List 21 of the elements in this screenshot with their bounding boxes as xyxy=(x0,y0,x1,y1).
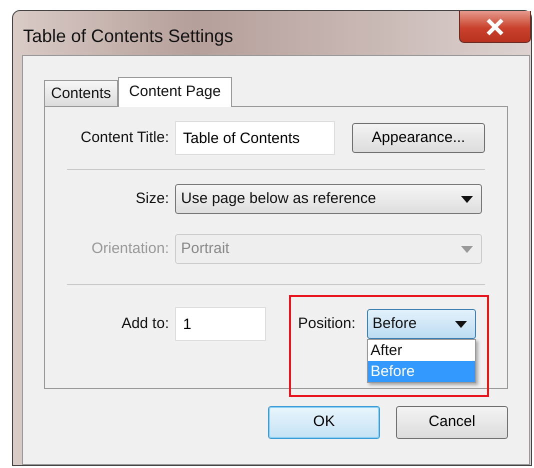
dropdown[interactable]: Use page below as reference xyxy=(175,184,482,214)
dialog-button[interactable]: OK xyxy=(268,406,380,439)
field-label: Size: xyxy=(134,188,170,209)
window-title: Table of Contents Settings xyxy=(23,25,234,48)
tab[interactable]: Contents xyxy=(44,80,118,106)
close-icon xyxy=(484,18,506,36)
dialog-button[interactable]: Cancel xyxy=(396,406,508,439)
add-to-field[interactable]: 1 xyxy=(175,307,266,341)
field-label: Content Title: xyxy=(80,128,170,148)
caret-icon xyxy=(461,196,473,202)
caret-icon xyxy=(461,246,473,252)
field-label: Position: xyxy=(298,314,357,334)
tab[interactable]: Content Page xyxy=(118,77,232,107)
appearance-button[interactable]: Appearance... xyxy=(352,123,485,153)
dropdown-option[interactable]: After xyxy=(368,340,475,361)
dropdown[interactable]: Before xyxy=(366,309,476,339)
content-title-field[interactable]: Table of Contents xyxy=(175,121,335,155)
close-button[interactable] xyxy=(459,11,531,43)
field-label: Add to: xyxy=(120,314,170,334)
caret-icon xyxy=(454,320,467,328)
field-label: Orientation: xyxy=(90,238,170,259)
